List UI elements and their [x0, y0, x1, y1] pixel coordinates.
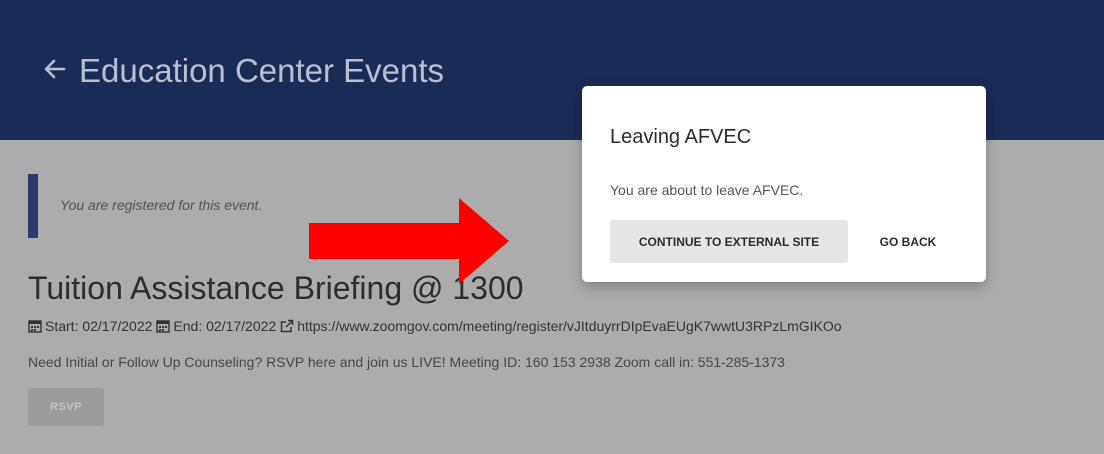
event-end: End: 02/17/2022: [173, 318, 277, 334]
continue-to-external-site-button[interactable]: CONTINUE TO EXTERNAL SITE: [610, 220, 848, 263]
event-description: Need Initial or Follow Up Counseling? RS…: [28, 354, 785, 370]
event-start: Start: 02/17/2022: [45, 318, 153, 334]
event-meta: Start: 02/17/2022 End: 02/17/2022 https:…: [28, 316, 842, 336]
external-link-icon: [280, 319, 294, 333]
calendar-icon: [156, 320, 171, 333]
notice-accent-bar: [28, 174, 38, 238]
page-title: Education Center Events: [79, 52, 445, 89]
registration-notice: You are registered for this event.: [60, 197, 263, 213]
arrow-left-icon[interactable]: [42, 54, 68, 84]
dialog-title: Leaving AFVEC: [610, 126, 752, 148]
event-link[interactable]: https://www.zoomgov.com/meeting/register…: [297, 318, 841, 334]
calendar-icon: [28, 320, 42, 333]
dialog-message: You are about to leave AFVEC.: [610, 182, 804, 198]
red-arrow-annotation: [309, 198, 509, 284]
go-back-button[interactable]: GO BACK: [864, 220, 952, 263]
rsvp-button[interactable]: RSVP: [28, 388, 104, 426]
leaving-site-dialog: Leaving AFVEC You are about to leave AFV…: [582, 86, 986, 282]
